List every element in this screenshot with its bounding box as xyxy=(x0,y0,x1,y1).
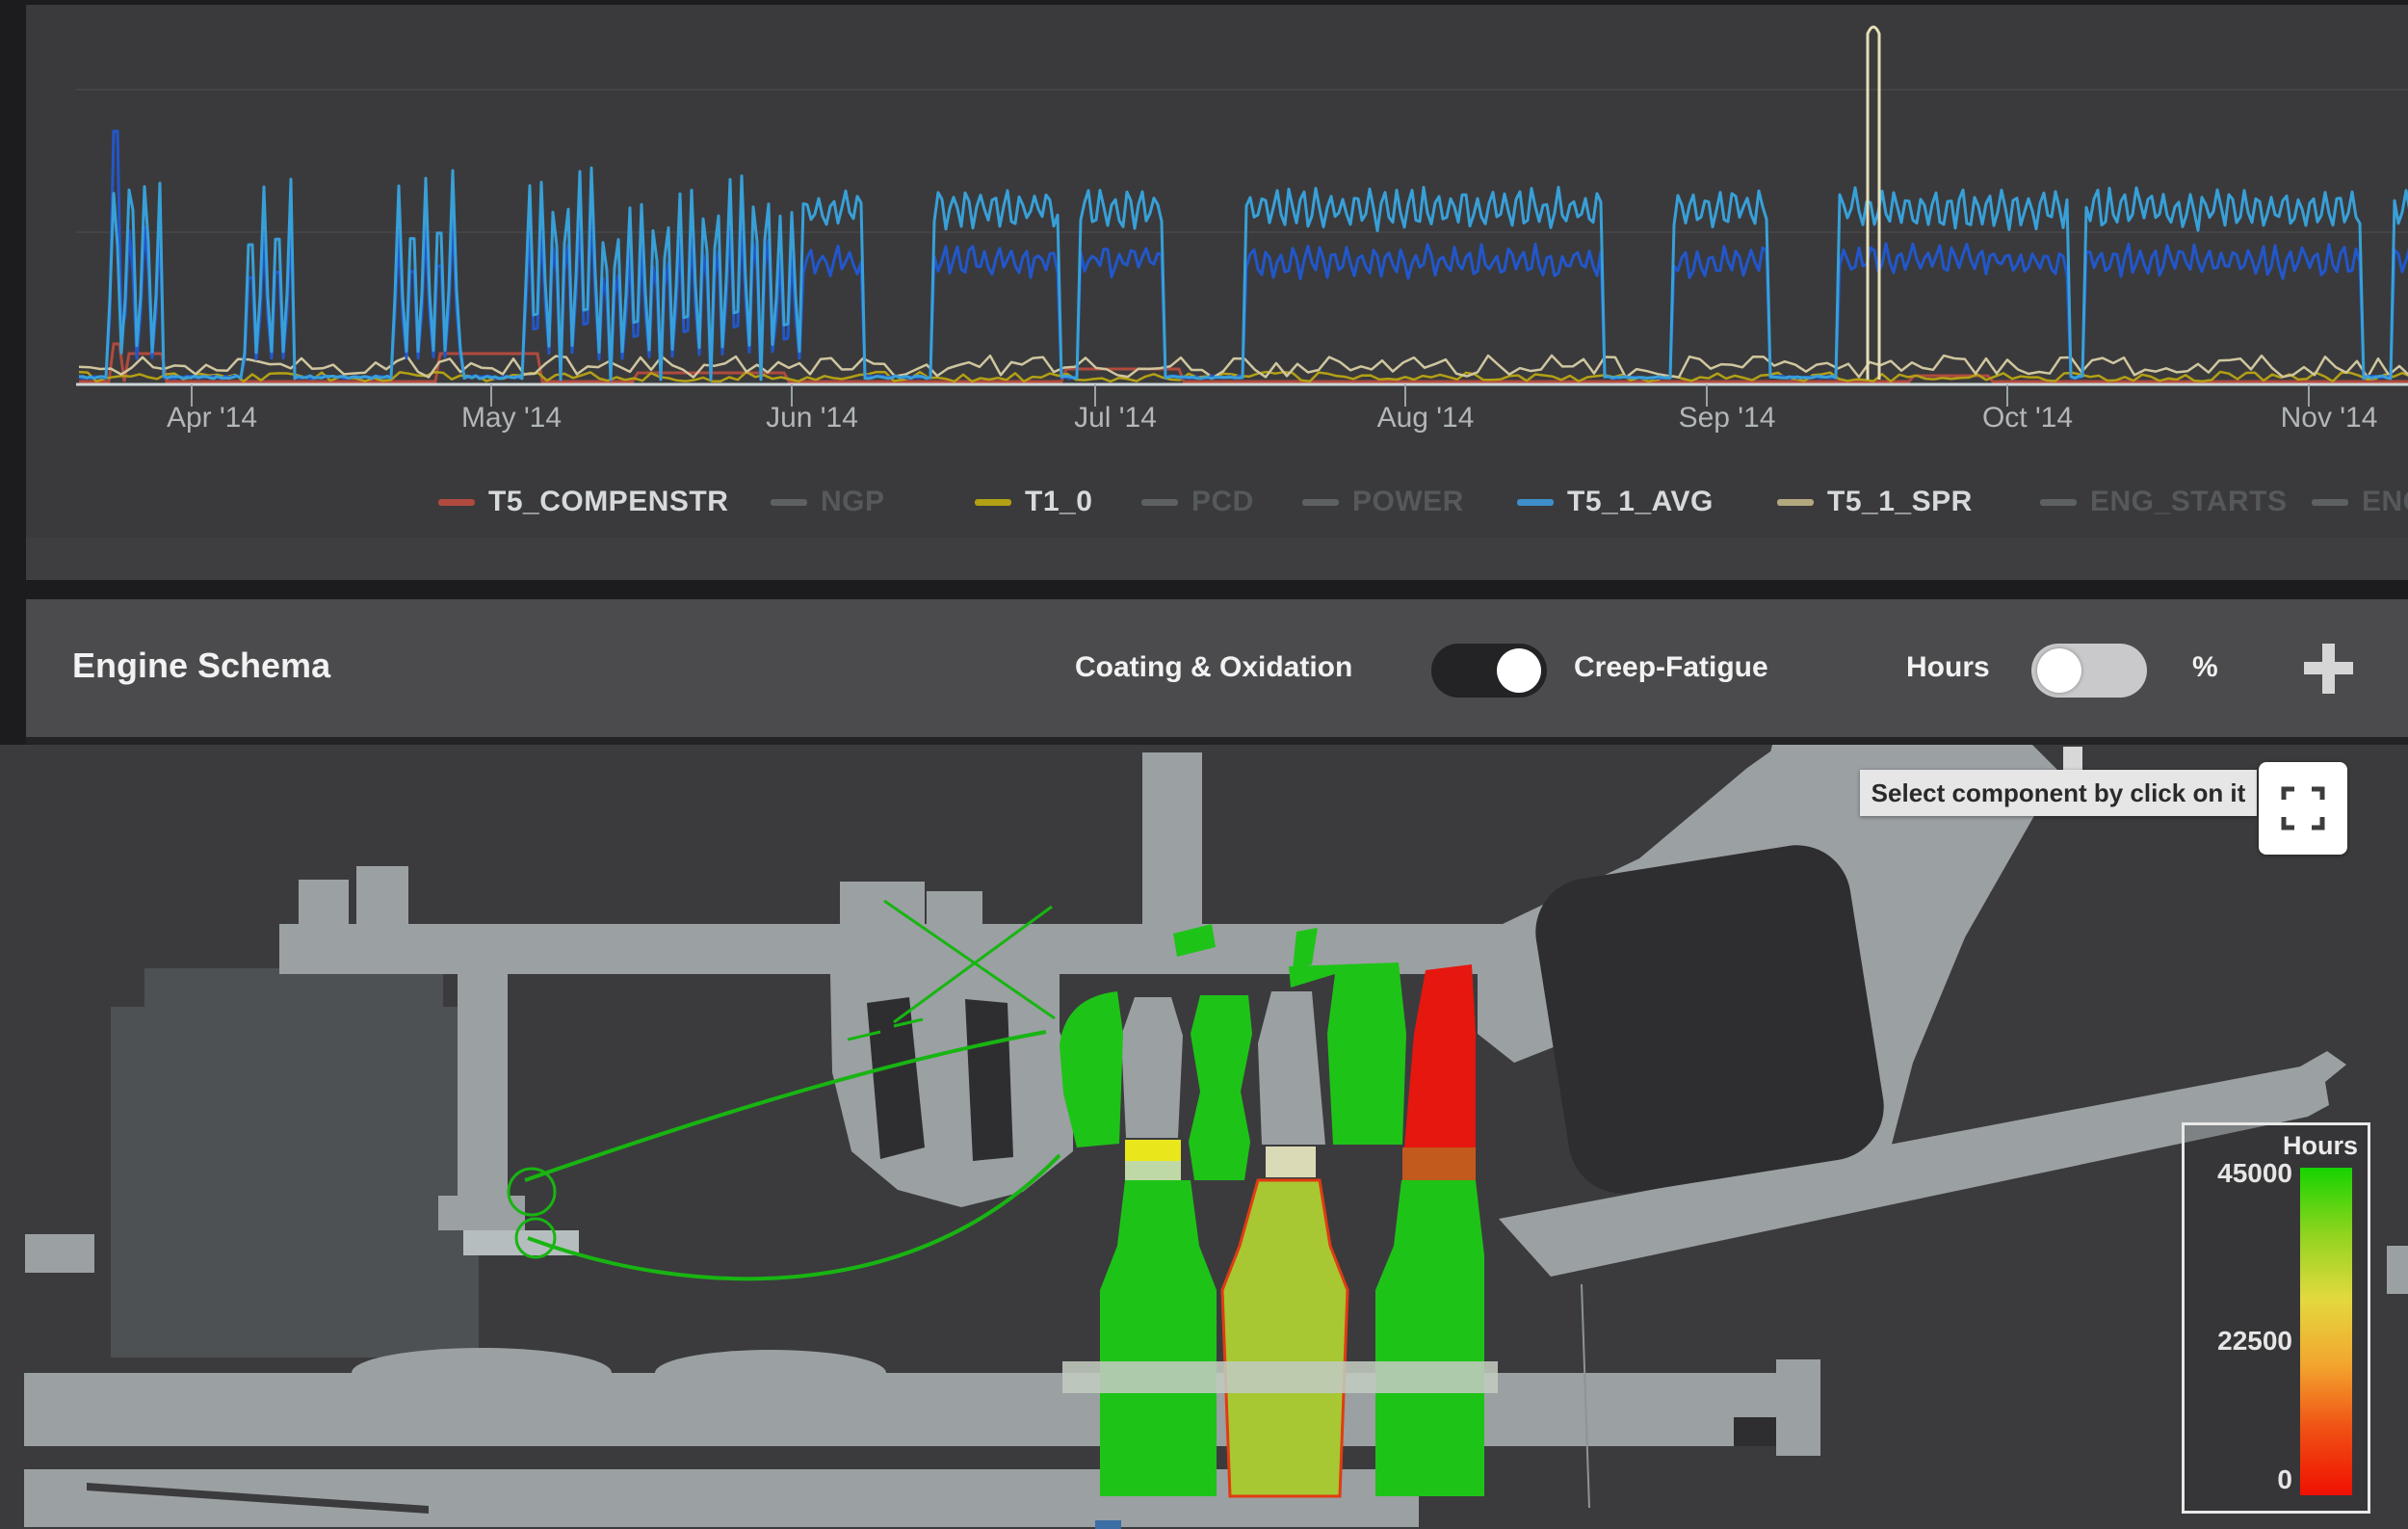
legend-swatch-icon xyxy=(1302,499,1339,506)
legend-item-T5_1_AVG[interactable]: T5_1_AVG xyxy=(1517,485,1714,519)
engine-cross-section[interactable] xyxy=(0,745,2408,1529)
pt-root-orange[interactable] xyxy=(1402,1147,1476,1180)
fullscreen-icon xyxy=(2281,786,2325,830)
disk-3[interactable] xyxy=(1375,1180,1484,1496)
gg-blade-1[interactable] xyxy=(1189,995,1252,1180)
stator-khaki-strip[interactable] xyxy=(1266,1147,1316,1177)
legend-item-PCD[interactable]: PCD xyxy=(1141,485,1254,519)
legend-swatch-icon xyxy=(1777,499,1814,506)
panel-footer-strip xyxy=(26,538,2408,580)
add-button[interactable] xyxy=(2299,638,2357,699)
legend-item-NGP[interactable]: NGP xyxy=(771,485,885,519)
toggle-knob-icon xyxy=(1497,648,1541,693)
tooltip: Select component by click on it xyxy=(1860,770,2257,816)
tooltip-handle xyxy=(2063,747,2082,772)
color-scale-legend: Hours 45000 22500 0 xyxy=(2182,1122,2370,1514)
disk-1[interactable] xyxy=(1100,1180,1217,1496)
legend-label: NGP xyxy=(821,486,885,518)
legend-label: ENG_STARTS xyxy=(2090,486,2287,518)
x-axis-label: Jul '14 xyxy=(1074,402,1157,435)
seal-segment-yellow[interactable] xyxy=(1125,1140,1181,1161)
legend-swatch-icon xyxy=(1517,499,1554,506)
legend-swatch-icon xyxy=(438,499,475,506)
legend-swatch-icon xyxy=(2312,499,2348,506)
legend-label: ENG xyxy=(2362,486,2408,518)
x-axis-label: May '14 xyxy=(461,402,562,435)
series-T5_1_AVG xyxy=(79,168,2408,380)
dashboard: Apr '14 May '14 Jun '14 Jul '14 Aug '14 Sep '… xyxy=(0,0,2408,1529)
x-axis-label: Sep '14 xyxy=(1679,402,1776,435)
panel-title: Engine Schema xyxy=(72,646,330,686)
timeseries-chart[interactable] xyxy=(26,5,2408,458)
legend-label: T5_1_AVG xyxy=(1567,486,1714,518)
schema-header: Engine Schema Coating & Oxidation Creep-… xyxy=(26,599,2408,737)
timeseries-panel: Apr '14 May '14 Jun '14 Jul '14 Aug '14 Sep '… xyxy=(26,5,2408,580)
scale-gradient-bar xyxy=(2300,1168,2352,1495)
seal-segment-pale[interactable] xyxy=(1125,1161,1181,1182)
legend-item-POWER[interactable]: POWER xyxy=(1302,485,1464,519)
mode-toggle[interactable] xyxy=(1431,644,1547,698)
legend-item-ENG_STARTS[interactable]: ENG_STARTS xyxy=(2040,485,2287,519)
scale-mid-label: 22500 xyxy=(2217,1326,2292,1357)
tie-shaft[interactable] xyxy=(1062,1361,1498,1393)
bottom-edge-artifact xyxy=(1095,1520,1121,1529)
fullscreen-button[interactable] xyxy=(2259,762,2347,855)
x-axis-label: Oct '14 xyxy=(1982,402,2073,435)
legend-swatch-icon xyxy=(2040,499,2077,506)
legend-label: POWER xyxy=(1352,486,1464,518)
legend-item-T5_COMPENSTR[interactable]: T5_COMPENSTR xyxy=(438,485,728,519)
x-axis-label: Jun '14 xyxy=(766,402,858,435)
legend-label: T1_0 xyxy=(1025,486,1092,518)
legend-item-T5_1_SPR[interactable]: T5_1_SPR xyxy=(1777,485,1973,519)
pt-blade-red[interactable] xyxy=(1404,964,1476,1147)
legend-label: T5_COMPENSTR xyxy=(488,486,728,518)
legend-label: PCD xyxy=(1191,486,1254,518)
x-axis-label: Apr '14 xyxy=(167,402,257,435)
disk-2[interactable] xyxy=(1222,1180,1348,1496)
engine-schema-panel: Engine Schema Coating & Oxidation Creep-… xyxy=(26,599,2408,1520)
plus-icon xyxy=(2299,638,2357,699)
legend-swatch-icon xyxy=(1141,499,1178,506)
legend-item-ENG[interactable]: ENG xyxy=(2312,485,2408,519)
chart-legend: T5_COMPENSTR NGP T1_0 PCD POWER T5_1_AVG T5_1_… xyxy=(26,485,2408,519)
schema-canvas: Select component by click on it Hours 45… xyxy=(0,745,2408,1529)
legend-swatch-icon xyxy=(975,499,1011,506)
unit-toggle-left-label[interactable]: Hours xyxy=(1906,651,1990,684)
mode-toggle-right-label[interactable]: Creep-Fatigue xyxy=(1574,651,1768,684)
header-separator xyxy=(26,737,2408,745)
unit-toggle-right-label[interactable]: % xyxy=(2192,651,2218,684)
x-axis-label: Nov '14 xyxy=(2281,402,2378,435)
unit-toggle[interactable] xyxy=(2031,644,2147,698)
scale-min-label: 0 xyxy=(2277,1464,2292,1495)
x-axis-label: Aug '14 xyxy=(1377,402,1475,435)
legend-item-T1_0[interactable]: T1_0 xyxy=(975,485,1092,519)
scale-title: Hours xyxy=(2283,1131,2358,1161)
scale-max-label: 45000 xyxy=(2217,1158,2292,1189)
legend-label: T5_1_SPR xyxy=(1827,486,1973,518)
legend-swatch-icon xyxy=(771,499,807,506)
toggle-knob-icon xyxy=(2037,648,2081,693)
panel-gap xyxy=(0,580,2408,599)
mode-toggle-left-label[interactable]: Coating & Oxidation xyxy=(1075,651,1352,684)
